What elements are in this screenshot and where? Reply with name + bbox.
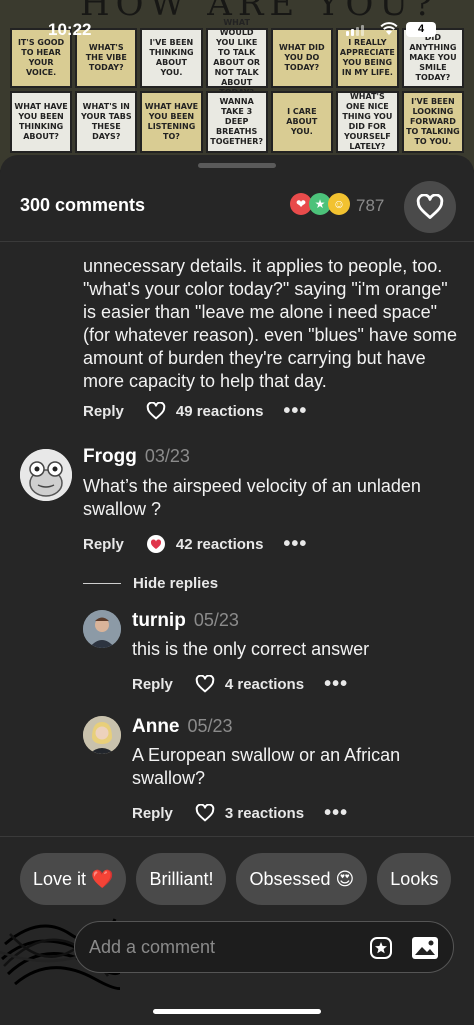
reply-item: Anne 05/23 A European swallow or an Afric…	[132, 716, 462, 823]
avatar[interactable]	[20, 449, 72, 501]
comment-text: unnecessary details. it applies to peopl…	[83, 256, 457, 391]
comment-author[interactable]: Anne	[132, 716, 180, 737]
chip-obsessed[interactable]: Obsessed 😍	[236, 853, 368, 905]
comment-actions: Reply 3 reactions •••	[132, 803, 462, 823]
reply-button[interactable]: Reply	[83, 403, 124, 420]
comment-actions: Reply 49 reactions •••	[83, 401, 307, 421]
cellular-signal-icon	[346, 25, 364, 36]
prompt-card: WHAT HAVE YOU BEEN LISTENING TO?	[140, 91, 203, 153]
status-bar: 10:22 4	[0, 0, 474, 46]
reply-item: turnip 05/23 this is the only correct ans…	[132, 610, 462, 694]
quick-reaction-chips: Love it ❤️ Brilliant! Obsessed 😍 Looks	[20, 853, 452, 905]
chip-love-it[interactable]: Love it ❤️	[20, 853, 127, 905]
person-avatar-icon	[83, 716, 121, 754]
heart-outline-icon[interactable]	[195, 675, 215, 693]
chip-looks[interactable]: Looks	[377, 853, 452, 905]
comment-actions: Reply 4 reactions •••	[132, 674, 462, 694]
prompt-card: WHAT HAVE YOU BEEN THINKING ABOUT?	[10, 91, 73, 153]
replies-line	[83, 583, 121, 584]
reactions-count[interactable]: 49 reactions	[176, 403, 264, 420]
more-options-icon[interactable]: •••	[324, 674, 348, 694]
reply-button[interactable]: Reply	[83, 536, 124, 553]
comment-date: 05/23	[187, 716, 233, 736]
battery-indicator: 4	[406, 22, 436, 37]
prompt-card-grid: IT'S GOOD TO HEAR YOUR VOICE. WHAT'S THE…	[10, 18, 464, 153]
comment-text: What’s the airspeed velocity of an unlad…	[83, 476, 421, 519]
wifi-icon	[380, 22, 398, 35]
comment-author[interactable]: Frogg	[83, 446, 137, 467]
comment-date: 05/23	[193, 610, 239, 630]
image-icon[interactable]	[411, 935, 439, 961]
hide-replies-label: Hide replies	[133, 575, 219, 592]
heart-outline-icon[interactable]	[146, 402, 166, 420]
comment-actions: Reply 42 reactions •••	[83, 534, 463, 554]
heart-outline-icon	[416, 194, 444, 219]
comment-item: unnecessary details. it applies to peopl…	[83, 230, 463, 421]
reactions-count[interactable]: 3 reactions	[225, 805, 304, 822]
sticker-icon[interactable]	[369, 936, 393, 960]
prompt-card: WHAT'S IN YOUR TABS THESE DAYS?	[75, 91, 138, 153]
home-indicator[interactable]	[153, 1009, 321, 1014]
prompt-card: I CARE ABOUT YOU.	[270, 91, 333, 153]
comments-count: 300 comments	[20, 195, 146, 215]
comment-composer[interactable]: Add a comment	[74, 921, 454, 973]
person-avatar-icon	[83, 610, 121, 648]
reply-button[interactable]: Reply	[132, 805, 173, 822]
reply-button[interactable]: Reply	[132, 676, 173, 693]
more-options-icon[interactable]: •••	[283, 401, 307, 421]
frog-avatar-icon	[20, 449, 72, 501]
composer-divider	[0, 836, 474, 837]
comment-date: 03/23	[144, 446, 190, 466]
more-options-icon[interactable]: •••	[283, 534, 307, 554]
prompt-card: I'VE BEEN LOOKING FORWARD TO TALKING TO …	[401, 91, 464, 153]
react-heart-button[interactable]	[404, 181, 456, 233]
prompt-card: WANNA TAKE 3 DEEP BREATHS TOGETHER?	[205, 91, 268, 153]
sheet-grabber[interactable]	[198, 163, 276, 168]
comment-input[interactable]: Add a comment	[89, 937, 215, 958]
reactions-count[interactable]: 42 reactions	[176, 536, 264, 553]
prompt-card: WHAT'S ONE NICE THING YOU DID FOR YOURSE…	[335, 91, 399, 153]
reaction-summary[interactable]: ❤ ★ ☺	[290, 193, 350, 215]
chip-brilliant[interactable]: Brilliant!	[136, 853, 227, 905]
hide-replies-button[interactable]: Hide replies	[83, 575, 218, 592]
halo-face-emoji-icon: ☺	[328, 193, 350, 215]
heart-filled-reaction-icon[interactable]	[146, 535, 166, 553]
comment-item: Frogg 03/23 What’s the airspeed velocity …	[83, 446, 463, 554]
comment-text: this is the only correct answer	[132, 639, 370, 659]
comment-text: A European swallow or an African swallow…	[132, 745, 401, 788]
avatar[interactable]	[83, 716, 121, 754]
heart-outline-icon[interactable]	[195, 804, 215, 822]
reactions-count[interactable]: 4 reactions	[225, 676, 304, 693]
more-options-icon[interactable]: •••	[324, 803, 348, 823]
status-time: 10:22	[48, 20, 92, 39]
comment-author[interactable]: turnip	[132, 610, 186, 631]
avatar[interactable]	[83, 610, 121, 648]
reactions-total: 787	[356, 196, 385, 215]
